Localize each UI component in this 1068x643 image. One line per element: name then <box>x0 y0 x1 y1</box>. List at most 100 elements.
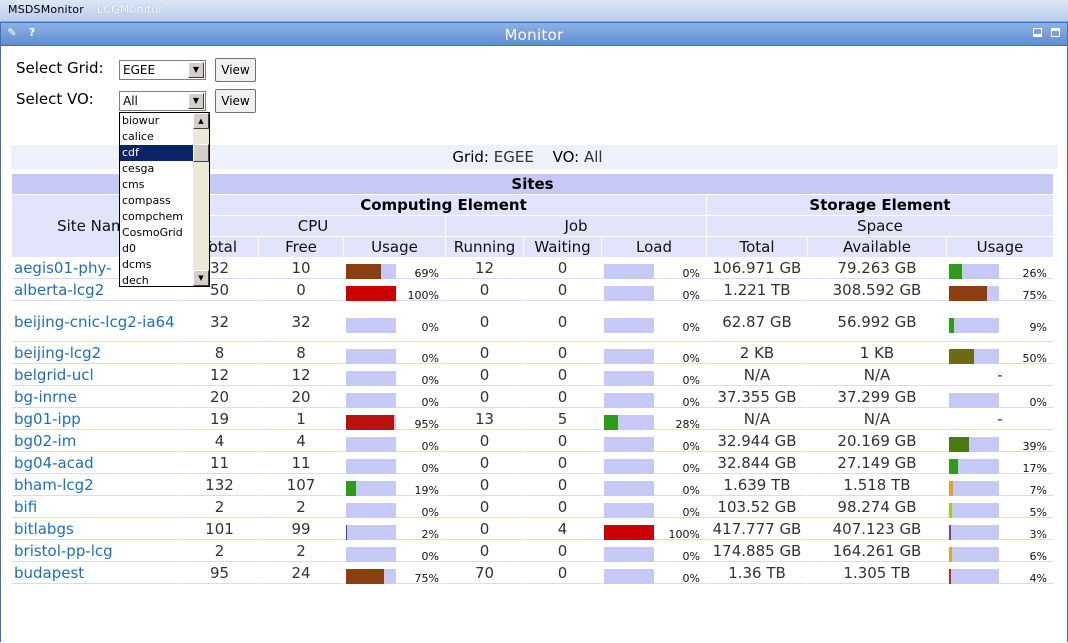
vo-option[interactable]: compchem <box>120 209 194 225</box>
usage-bar <box>604 349 654 364</box>
space-usage-cell: - <box>947 409 1053 430</box>
site-name-link[interactable]: beijing-cnic-lcg2-ia64 <box>12 302 180 342</box>
vo-option[interactable]: compass <box>120 193 194 209</box>
usage-bar <box>949 286 999 301</box>
table-row: bg01-ipp 19 1 95% 13 5 28% N/A N/A - <box>12 409 1053 431</box>
usage-bar <box>346 525 396 540</box>
space-total-cell: 1.639 TB <box>707 475 807 496</box>
site-name-link[interactable]: belgrid-ucl <box>12 365 180 386</box>
site-name-link[interactable]: bg01-ipp <box>12 409 180 430</box>
usage-bar-fill <box>346 415 394 430</box>
minimize-icon[interactable] <box>1031 26 1045 40</box>
cpu-free-cell: 2 <box>259 497 343 518</box>
vo-key: VO: <box>552 148 580 166</box>
site-name-link[interactable]: budapest <box>12 563 180 584</box>
scroll-down-icon[interactable]: ▼ <box>193 270 209 286</box>
space-available-cell: 79.263 GB <box>808 258 946 279</box>
usage-percent: 0% <box>682 440 700 453</box>
cpu-usage-cell: 19% <box>344 475 445 497</box>
vo-option[interactable]: cms <box>120 177 194 193</box>
vo-option[interactable]: dcms <box>120 257 194 273</box>
usage-bar <box>604 371 654 386</box>
table-row: bg02-im 4 4 0% 0 0 0% 32.944 GB 20.169 GB 39% <box>12 431 1053 453</box>
usage-bar-fill <box>604 415 618 430</box>
usage-bar <box>949 525 999 540</box>
job-waiting-cell: 0 <box>524 258 601 279</box>
chevron-down-icon[interactable]: ▼ <box>188 93 204 109</box>
tab-msdsmonitor[interactable]: MSDSMonitor <box>8 3 84 16</box>
job-load-cell: 0% <box>602 475 706 497</box>
job-running-cell: 0 <box>446 365 523 386</box>
job-running-cell: 0 <box>446 453 523 474</box>
space-total-cell: 32.944 GB <box>707 431 807 452</box>
table-row: budapest 95 24 75% 70 0 0% 1.36 TB 1.305 TB 4% <box>12 563 1053 585</box>
table-row: bifi 2 2 0% 0 0 0% 103.52 GB 98.274 GB 5% <box>12 497 1053 519</box>
site-name-link[interactable]: beijing-lcg2 <box>12 343 180 364</box>
tab-lcgmonitor[interactable]: LCGMonitor <box>97 3 163 16</box>
usage-percent: 2% <box>421 528 439 541</box>
cpu-usage-cell: 0% <box>344 343 445 365</box>
site-name-link[interactable]: bitlabgs <box>12 519 180 540</box>
vo-option[interactable]: d0 <box>120 241 194 257</box>
usage-percent: 0% <box>682 320 700 334</box>
space-usage-cell: 3% <box>947 519 1053 541</box>
site-name-link[interactable]: bham-lcg2 <box>12 475 180 496</box>
column-header: Load <box>602 237 706 257</box>
vo-dropdown-list[interactable]: biowur calice cdf cesga cms compass compchem Co… <box>119 112 210 287</box>
job-running-cell: 13 <box>446 409 523 430</box>
usage-bar <box>346 264 396 279</box>
vo-option[interactable]: dech <box>120 273 194 286</box>
usage-percent: 0% <box>421 506 439 519</box>
vo-option[interactable]: cesga <box>120 161 194 177</box>
cpu-free-cell: 20 <box>259 387 343 408</box>
vo-option[interactable]: CosmoGrid <box>120 225 194 241</box>
scroll-thumb[interactable] <box>193 144 209 162</box>
usage-percent: 75% <box>1022 289 1047 302</box>
usage-bar <box>604 503 654 518</box>
monitor-portlet: ✎ ? Monitor Select Grid: EGEE ▼ View Sel… <box>0 22 1068 643</box>
vo-option[interactable]: biowur <box>120 113 194 129</box>
column-header: Available <box>808 237 946 257</box>
usage-percent: 0% <box>682 352 700 365</box>
cpu-free-cell: 2 <box>259 541 343 562</box>
chevron-down-icon[interactable]: ▼ <box>188 62 204 78</box>
usage-bar-fill <box>949 459 958 474</box>
site-name-link[interactable]: bg04-acad <box>12 453 180 474</box>
job-load-cell: 0% <box>602 365 706 387</box>
usage-bar <box>949 264 999 279</box>
dropdown-scrollbar[interactable]: ▲ ▼ <box>193 113 209 286</box>
space-total-cell: 1.36 TB <box>707 563 807 584</box>
cpu-header: CPU <box>181 216 445 236</box>
site-name-link[interactable]: bifi <box>12 497 180 518</box>
job-waiting-cell: 0 <box>524 431 601 452</box>
job-load-cell: 0% <box>602 563 706 585</box>
usage-percent: 0% <box>421 440 439 453</box>
usage-percent: 5% <box>1029 506 1047 519</box>
table-row: beijing-cnic-lcg2-ia64 32 32 0% 0 0 0% 62.87 GB… <box>12 302 1053 342</box>
table-row: bham-lcg2 132 107 19% 0 0 0% 1.639 TB 1.518 TB 7% <box>12 475 1053 497</box>
vo-option[interactable]: calice <box>120 129 194 145</box>
grid-view-button[interactable]: View <box>215 58 256 82</box>
usage-percent: 100% <box>407 289 439 302</box>
usage-bar <box>346 415 396 430</box>
space-available-cell: 1.518 TB <box>808 475 946 496</box>
space-usage-cell: 50% <box>947 343 1053 365</box>
site-name-link[interactable]: bg-inrne <box>12 387 180 408</box>
vo-select[interactable]: All ▼ <box>119 91 206 111</box>
column-header: Total <box>707 237 807 257</box>
cpu-usage-cell: 100% <box>344 280 445 302</box>
cpu-total-cell: 2 <box>181 497 258 518</box>
job-waiting-cell: 0 <box>524 387 601 408</box>
site-name-link[interactable]: bg02-im <box>12 431 180 452</box>
job-load-cell: 0% <box>602 431 706 453</box>
grid-select[interactable]: EGEE ▼ <box>119 60 206 80</box>
vo-option[interactable]: cdf <box>120 144 195 162</box>
maximize-icon[interactable] <box>1049 26 1063 40</box>
cpu-usage-cell: 0% <box>344 497 445 519</box>
space-total-cell: 417.777 GB <box>707 519 807 540</box>
vo-view-button[interactable]: View <box>215 89 256 113</box>
scroll-up-icon[interactable]: ▲ <box>193 113 209 129</box>
site-name-link[interactable]: bristol-pp-lcg <box>12 541 180 562</box>
space-available-cell: 27.149 GB <box>808 453 946 474</box>
usage-bar <box>949 393 999 408</box>
